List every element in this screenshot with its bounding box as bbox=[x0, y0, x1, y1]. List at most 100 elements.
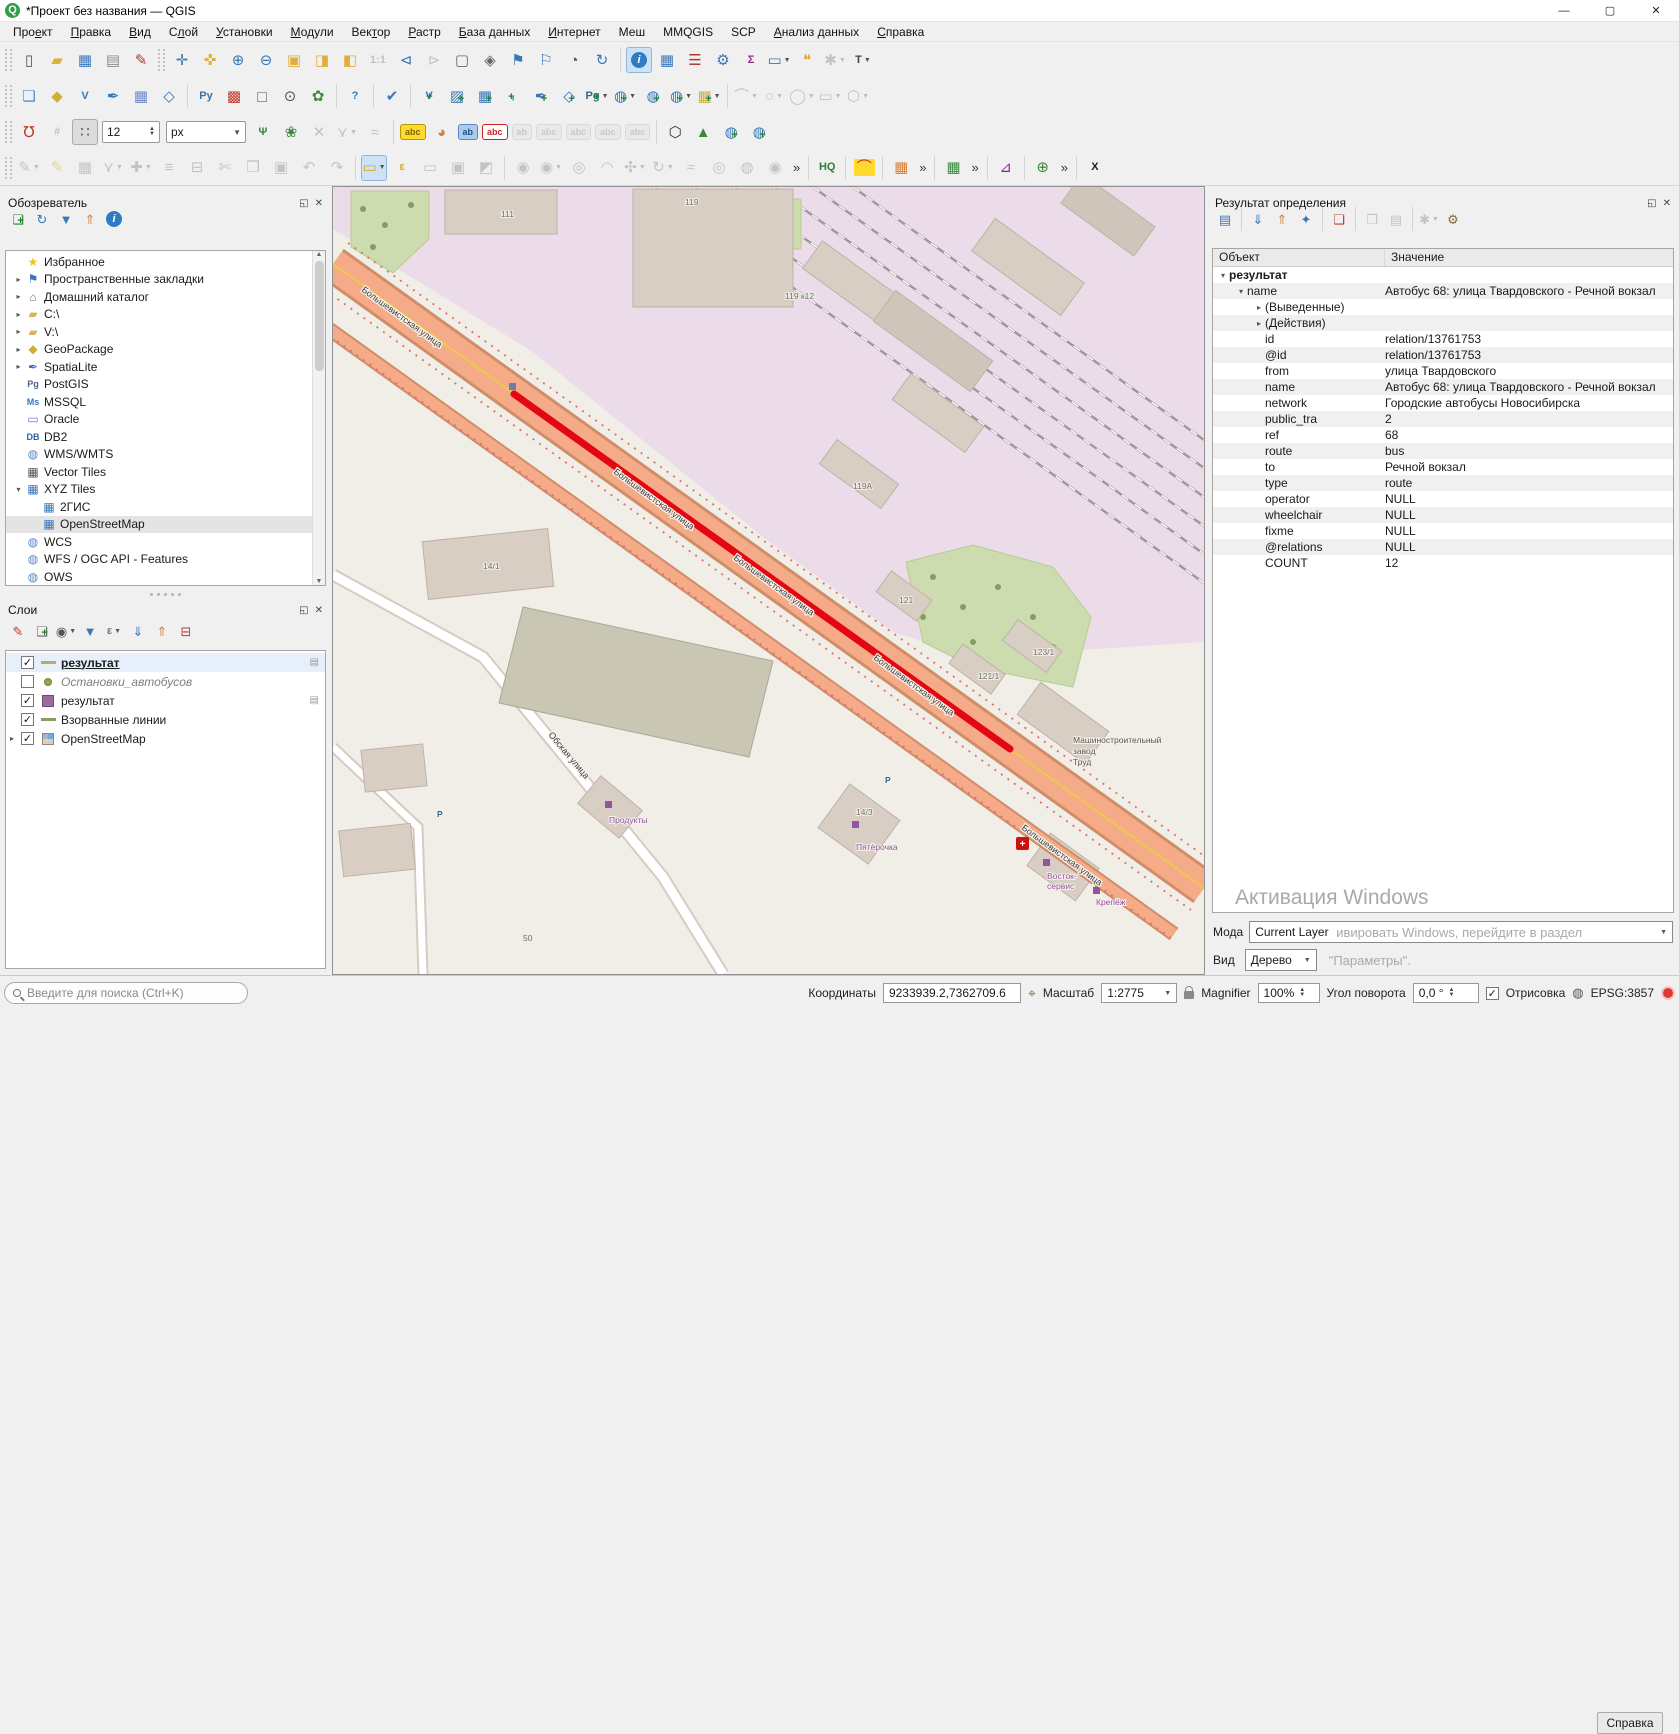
zoom-out-button[interactable]: ⊖ bbox=[253, 47, 279, 73]
identify-collapse-tree-button[interactable]: ⇑ bbox=[1271, 208, 1293, 230]
web-resources-button[interactable]: ◍ bbox=[746, 119, 772, 145]
toolbar-overflow-icon[interactable]: » bbox=[967, 160, 982, 175]
extents-toggle-icon[interactable]: ⌖ bbox=[1028, 985, 1036, 1002]
identify-row-wheelchair[interactable]: wheelchairNULL bbox=[1213, 507, 1673, 523]
highlight-labels-button[interactable]: abc bbox=[482, 124, 508, 140]
new-mesh-button[interactable]: ▦ bbox=[128, 83, 154, 109]
browser-item-wcs[interactable]: ◍WCS bbox=[6, 533, 325, 551]
menu-mmqgis[interactable]: MMQGIS bbox=[654, 23, 722, 41]
close-button[interactable]: ✕ bbox=[1633, 0, 1679, 22]
row-expander-icon[interactable]: ▾ bbox=[1235, 287, 1247, 296]
browser-item-favorites[interactable]: ★Избранное bbox=[6, 253, 325, 271]
pan-map-button[interactable]: ✛ bbox=[169, 47, 195, 73]
browser-item-xyz-tiles[interactable]: ▾▦XYZ Tiles bbox=[6, 481, 325, 499]
browser-item-vector-tiles[interactable]: ▦Vector Tiles bbox=[6, 463, 325, 481]
identify-row-результат[interactable]: ▾результат bbox=[1213, 267, 1673, 283]
menu-data-analysis[interactable]: Анализ данных bbox=[765, 23, 868, 41]
row-expander-icon[interactable]: ▸ bbox=[1253, 319, 1265, 328]
toolbar-overflow-icon[interactable]: » bbox=[1057, 160, 1072, 175]
maximize-button[interactable]: ▢ bbox=[1587, 0, 1633, 22]
layer-search-plugin-button[interactable]: ⊕ bbox=[1030, 155, 1056, 181]
identify-row-id[interactable]: idrelation/13761753 bbox=[1213, 331, 1673, 347]
text-annotation-button[interactable]: T▼ bbox=[850, 47, 876, 73]
identify-row-ref[interactable]: ref68 bbox=[1213, 427, 1673, 443]
layer-visibility-checkbox[interactable]: ✓ bbox=[21, 732, 34, 745]
lock-icon[interactable] bbox=[1184, 991, 1194, 999]
menu-scp[interactable]: SCP bbox=[722, 23, 765, 41]
attribute-table-button[interactable]: ▦ bbox=[654, 47, 680, 73]
identify-row-public_tra[interactable]: public_tra2 bbox=[1213, 411, 1673, 427]
row-expander-icon[interactable]: ▸ bbox=[1253, 303, 1265, 312]
browser-item-home[interactable]: ▸⌂Домашний каталог bbox=[6, 288, 325, 306]
layer-visibility-checkbox[interactable] bbox=[21, 675, 34, 688]
identify-expand-tree-button[interactable]: ⇓ bbox=[1247, 208, 1269, 230]
browser-item-openstreetmap[interactable]: ▦OpenStreetMap bbox=[6, 516, 325, 534]
rotation-spinbox[interactable]: 0,0 ° ▲▼ bbox=[1413, 983, 1479, 1003]
raster-grid-plugin-button[interactable]: ▦ bbox=[940, 155, 966, 181]
browser-item-wms[interactable]: ◍WMS/WMTS bbox=[6, 446, 325, 464]
identify-row-to[interactable]: toРечной вокзал bbox=[1213, 459, 1673, 475]
browser-item-wfs[interactable]: ◍WFS / OGC API - Features bbox=[6, 551, 325, 569]
browser-filter-button[interactable]: ▼ bbox=[55, 208, 77, 230]
browser-close-icon[interactable]: ✕ bbox=[315, 198, 323, 209]
scale-combo[interactable]: 1:2775 ▼ bbox=[1101, 983, 1177, 1003]
map-canvas[interactable]: + Большевистская улицаБольшевистская ули… bbox=[332, 186, 1205, 975]
tree-expander-icon[interactable]: ▾ bbox=[12, 485, 25, 494]
layers-add-group-button[interactable]: ❏ bbox=[31, 620, 53, 642]
layers-remove-button[interactable]: ⊟ bbox=[175, 620, 197, 642]
identify-row-Выведенные[interactable]: ▸(Выведенные) bbox=[1213, 299, 1673, 315]
add-postgis-layer-button[interactable]: Pg▼ bbox=[584, 83, 610, 109]
browser-float-icon[interactable]: ◱ bbox=[299, 198, 308, 209]
menu-layer[interactable]: Слой bbox=[160, 23, 207, 41]
browser-refresh-button[interactable]: ↻ bbox=[31, 208, 53, 230]
identify-row-@relations[interactable]: @relationsNULL bbox=[1213, 539, 1673, 555]
magnifier-spinbox[interactable]: 100% ▲▼ bbox=[1258, 983, 1320, 1003]
python-console-button[interactable]: Py bbox=[193, 83, 219, 109]
new-shapefile-button[interactable]: V bbox=[72, 83, 98, 109]
grid-plugin-button[interactable]: ▦ bbox=[888, 155, 914, 181]
new-geopackage-button[interactable]: ◆ bbox=[44, 83, 70, 109]
add-vector-layer-button[interactable]: V bbox=[416, 83, 442, 109]
identify-float-icon[interactable]: ◱ bbox=[1647, 198, 1656, 209]
map-tips-button[interactable]: ❝ bbox=[794, 47, 820, 73]
tracing-button[interactable]: Ψ bbox=[250, 119, 276, 145]
identify-mode-combo[interactable]: Current Layer ивировать Windows, перейди… bbox=[1249, 921, 1673, 943]
show-bookmarks-button[interactable]: ⚐ bbox=[533, 47, 559, 73]
avoid-intersections-button[interactable]: ❀ bbox=[278, 119, 304, 145]
layer-item-exploded-lines[interactable]: ✓Взорванные линии bbox=[6, 710, 325, 729]
layers-close-icon[interactable]: ✕ bbox=[315, 605, 323, 616]
new-project-button[interactable]: ▯ bbox=[16, 47, 42, 73]
menu-edit[interactable]: Правка bbox=[62, 23, 121, 41]
messages-icon[interactable] bbox=[1661, 986, 1675, 1000]
temporal-controller-button[interactable]: ◔ bbox=[561, 47, 587, 73]
zoom-to-selection-button[interactable]: ◨ bbox=[309, 47, 335, 73]
add-raster-layer-button[interactable]: ▨ bbox=[444, 83, 470, 109]
layer-expander-icon[interactable]: ▸ bbox=[10, 734, 21, 743]
layer-labeling-button[interactable]: abc bbox=[400, 124, 426, 140]
pin-labels-button[interactable]: ab bbox=[458, 124, 479, 140]
identify-row-type[interactable]: typeroute bbox=[1213, 475, 1673, 491]
memory-layer-indicator-icon[interactable]: ▤ bbox=[310, 657, 319, 668]
layer-item-openstreetmap[interactable]: ▸✓OpenStreetMap bbox=[6, 729, 325, 748]
identify-row-name[interactable]: nameАвтобус 68: улица Твардовского - Реч… bbox=[1213, 379, 1673, 395]
identify-form-view-button[interactable]: ▤ bbox=[1214, 208, 1236, 230]
identify-view-combo[interactable]: Дерево ▼ bbox=[1245, 949, 1317, 971]
save-project-button[interactable]: ▦ bbox=[72, 47, 98, 73]
identify-row-operator[interactable]: operatorNULL bbox=[1213, 491, 1673, 507]
add-wcs-layer-button[interactable]: ◍ bbox=[640, 83, 666, 109]
new-virtual-layer-button[interactable]: ◇ bbox=[156, 83, 182, 109]
zoom-in-button[interactable]: ⊕ bbox=[225, 47, 251, 73]
layer-visibility-checkbox[interactable]: ✓ bbox=[21, 694, 34, 707]
tree-expander-icon[interactable]: ▸ bbox=[12, 362, 25, 371]
open-project-button[interactable]: ▰ bbox=[44, 47, 70, 73]
browser-item-v-drive[interactable]: ▸▰V:\ bbox=[6, 323, 325, 341]
browser-collapse-all-button[interactable]: ⇑ bbox=[79, 208, 101, 230]
crs-value[interactable]: EPSG:3857 bbox=[1591, 986, 1654, 1000]
identify-features-button[interactable]: i bbox=[626, 47, 652, 73]
browser-item-postgis[interactable]: PgPostGIS bbox=[6, 376, 325, 394]
select-features-button[interactable]: ▭▼ bbox=[361, 155, 387, 181]
refresh-map-button[interactable]: ↻ bbox=[589, 47, 615, 73]
menu-web[interactable]: Интернет bbox=[539, 23, 609, 41]
layer-visibility-checkbox[interactable]: ✓ bbox=[21, 656, 34, 669]
layer-item-result-fill[interactable]: ✓результат▤ bbox=[6, 691, 325, 710]
